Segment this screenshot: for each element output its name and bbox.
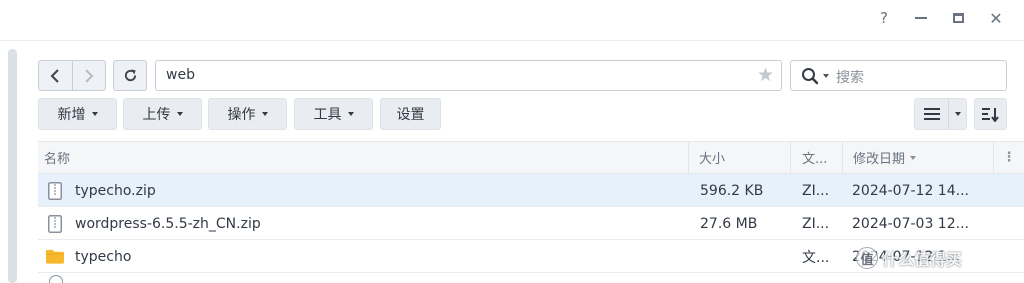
close-button[interactable]: ✕ (984, 6, 1008, 30)
maximize-button[interactable] (946, 6, 970, 30)
history-nav (38, 60, 106, 91)
column-label: 修改日期 (853, 152, 906, 167)
list-view-icon (923, 108, 940, 120)
column-header-size[interactable]: 大小 (688, 142, 790, 173)
view-mode-dropdown[interactable] (949, 99, 966, 129)
minimize-icon (915, 17, 927, 19)
search-input[interactable]: 搜索 (836, 67, 864, 87)
action-label: 操作 (227, 107, 256, 123)
search-field[interactable]: 搜索 (790, 60, 1007, 91)
chevron-right-icon (85, 68, 94, 83)
more-vertical-icon: ⋮ (1002, 150, 1016, 165)
file-size: 596.2 KB (700, 182, 764, 199)
back-button[interactable] (39, 61, 72, 90)
file-type: ZI... (802, 182, 830, 199)
maximize-icon (952, 13, 964, 23)
star-icon[interactable]: ★ (757, 64, 774, 86)
file-icon (49, 275, 63, 283)
path-bar[interactable]: web ★ (155, 60, 782, 91)
file-type: ZI... (802, 215, 830, 232)
column-label: 大小 (699, 152, 726, 167)
refresh-icon (124, 69, 136, 82)
zip-file-icon (46, 174, 64, 207)
tools-button[interactable]: 工具 (294, 98, 373, 130)
table-row[interactable] (38, 273, 1024, 283)
refresh-button[interactable] (113, 60, 147, 91)
file-name: wordpress-6.5.5-zh_CN.zip (75, 215, 261, 232)
sidebar-scrollbar[interactable] (8, 49, 17, 283)
sort-icon (982, 107, 999, 122)
zip-file-icon (46, 207, 64, 240)
file-type: 文... (802, 249, 830, 266)
column-menu-button[interactable]: ⋮ (993, 142, 1024, 173)
close-icon: ✕ (989, 8, 1003, 28)
upload-label: 上传 (142, 107, 171, 123)
table-header: 名称 大小 文... 修改日期 ⋮ (38, 141, 1024, 174)
help-button[interactable]: ? (872, 6, 896, 30)
action-button[interactable]: 操作 (208, 98, 287, 130)
watermark-text: 什么值得买 (882, 250, 963, 269)
sort-caret-icon (910, 155, 917, 160)
chevron-down-icon (261, 112, 268, 116)
column-label: 名称 (44, 152, 71, 167)
path-value[interactable]: web (166, 67, 195, 83)
file-modified: 2024-07-03 12... (852, 215, 969, 232)
table-row[interactable]: typecho.zip 596.2 KB ZI... 2024-07-12 14… (38, 174, 1024, 207)
column-header-type[interactable]: 文... (790, 142, 842, 173)
settings-button[interactable]: 设置 (380, 98, 441, 130)
column-label: 文... (802, 152, 828, 167)
folder-icon (46, 240, 64, 273)
chevron-down-icon (347, 112, 354, 116)
search-options-caret-icon[interactable] (823, 74, 829, 78)
settings-label: 设置 (396, 107, 425, 123)
file-modified: 2024-07-12 14... (852, 182, 969, 199)
help-icon: ? (880, 9, 888, 27)
chevron-down-icon (91, 112, 98, 116)
table-row[interactable]: wordpress-6.5.5-zh_CN.zip 27.6 MB ZI... … (38, 207, 1024, 240)
file-name: typecho.zip (75, 182, 156, 199)
sort-button[interactable] (974, 98, 1007, 130)
forward-button[interactable] (71, 61, 106, 90)
chevron-down-icon (176, 112, 183, 116)
file-name: typecho (75, 248, 132, 265)
column-header-name[interactable]: 名称 (44, 142, 70, 173)
create-label: 新增 (57, 107, 86, 123)
view-mode-button[interactable] (915, 99, 949, 129)
create-button[interactable]: 新增 (38, 98, 117, 130)
column-header-modified[interactable]: 修改日期 (842, 142, 993, 173)
chevron-down-icon (954, 112, 961, 116)
title-divider (0, 40, 1024, 41)
search-icon[interactable] (801, 67, 819, 85)
view-mode-group (914, 98, 967, 130)
watermark: 值 什么值得买 (856, 244, 962, 272)
minimize-button[interactable] (909, 6, 933, 30)
file-size (700, 240, 790, 273)
upload-button[interactable]: 上传 (123, 98, 202, 130)
file-size: 27.6 MB (700, 215, 758, 232)
watermark-badge: 值 (856, 247, 878, 269)
tools-label: 工具 (313, 107, 342, 123)
chevron-left-icon (50, 68, 59, 83)
